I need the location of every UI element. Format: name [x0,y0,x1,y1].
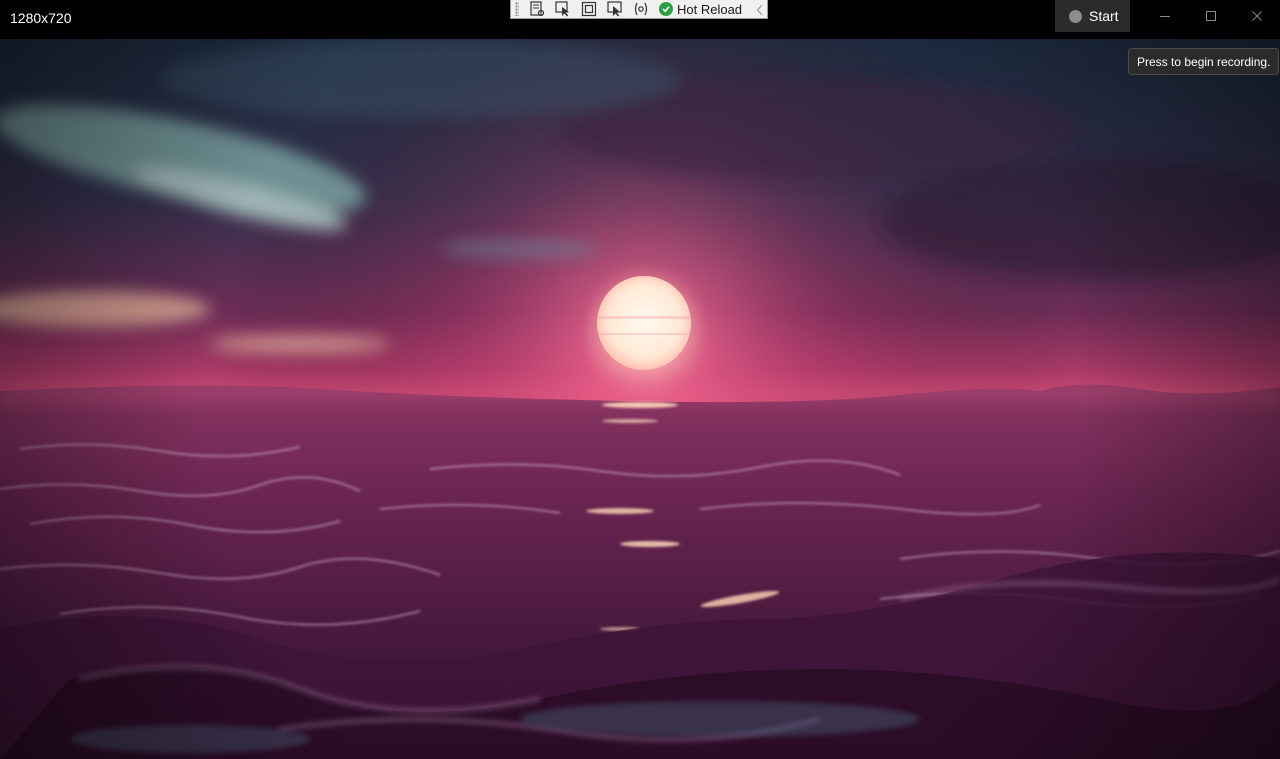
select-element-icon[interactable] [553,1,573,18]
maximize-icon [1206,11,1216,21]
recording-tooltip: Press to begin recording. [1128,48,1280,75]
sunset-ocean-image [0,39,1280,759]
minimize-icon [1160,16,1170,17]
close-button[interactable] [1234,0,1280,32]
close-icon [1252,11,1262,21]
binding-failures-icon[interactable] [631,1,651,18]
display-layout-adorners-icon[interactable] [579,1,599,18]
toolbar-grip-handle[interactable] [515,2,519,16]
record-icon [1069,9,1082,23]
hot-reload-indicator[interactable]: Hot Reload [659,2,742,17]
start-recording-button[interactable]: Start [1055,0,1130,32]
title-bar: 1280x720 Hot Reload Start [0,0,1280,39]
chevron-left-icon[interactable] [756,3,764,16]
maximize-button[interactable] [1188,0,1234,32]
minimize-button[interactable] [1142,0,1188,32]
live-visual-tree-icon[interactable] [527,1,547,18]
start-button-label: Start [1089,8,1119,24]
resolution-label: 1280x720 [10,10,72,26]
hot-reload-label: Hot Reload [677,1,743,17]
track-focused-element-icon[interactable] [605,1,625,18]
check-circle-icon [659,2,673,16]
xaml-debug-toolbar: Hot Reload [510,0,768,19]
sunset-ocean-scene [0,39,1280,759]
